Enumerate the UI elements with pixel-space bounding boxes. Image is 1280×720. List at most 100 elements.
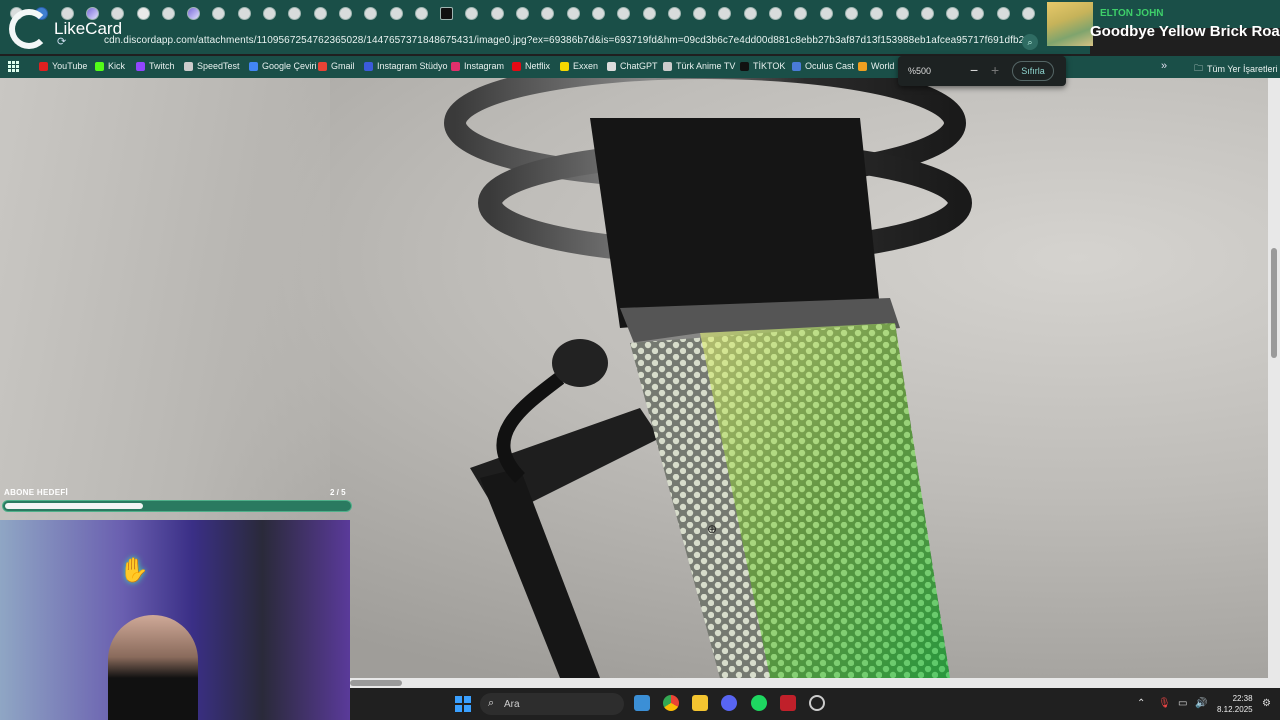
bookmark-label: Twitch xyxy=(149,61,175,71)
vertical-scrollbar[interactable] xyxy=(1268,78,1280,678)
zoom-cursor-icon: ⊕ xyxy=(707,522,718,536)
apps-grid-icon[interactable] xyxy=(8,61,19,72)
bookmark-favicon-icon xyxy=(451,61,460,71)
tab-favicon[interactable] xyxy=(161,7,175,20)
bookmark-item[interactable]: Instagram xyxy=(451,61,504,71)
file-explorer-icon[interactable] xyxy=(692,695,708,711)
tab-favicon[interactable] xyxy=(743,7,757,20)
bookmark-label: World xyxy=(871,61,895,71)
tab-favicon[interactable] xyxy=(946,7,960,20)
bookmark-label: Kick xyxy=(108,61,126,71)
tab-favicon[interactable] xyxy=(566,7,580,20)
tray-expand-icon[interactable]: ⌃ xyxy=(1137,698,1145,709)
zoom-magnifier-icon[interactable]: ⌕ xyxy=(1022,34,1038,50)
streamer xyxy=(108,615,198,720)
bookmark-label: Netflix xyxy=(525,61,551,71)
clock-date: 8.12.2025 xyxy=(1217,705,1253,714)
bookmark-favicon-icon xyxy=(740,61,749,71)
bookmark-item[interactable]: ChatGPT xyxy=(607,61,658,71)
bookmark-item[interactable]: SpeedTest xyxy=(184,61,240,71)
tab-favicon[interactable] xyxy=(1022,7,1035,20)
tab-favicon[interactable] xyxy=(389,7,403,20)
tab-favicon[interactable] xyxy=(516,7,529,20)
bookmark-label: YouTube xyxy=(52,61,88,71)
bookmark-label: SpeedTest xyxy=(197,61,240,71)
vertical-scroll-thumb[interactable] xyxy=(1271,248,1277,358)
tab-favicon[interactable] xyxy=(313,7,327,20)
tab-favicon[interactable] xyxy=(693,7,707,20)
zoom-in-button[interactable]: + xyxy=(991,62,999,78)
logo-text: LikeCard xyxy=(54,19,123,38)
chrome-icon[interactable] xyxy=(663,695,679,711)
bookmark-favicon-icon xyxy=(607,61,616,71)
sub-goal-count: 2 / 5 xyxy=(330,488,346,497)
cable-clip xyxy=(552,339,608,387)
bookmark-item[interactable]: Türk Anime TV xyxy=(663,61,735,71)
clock-time: 22:38 xyxy=(1232,694,1253,703)
tab-favicon[interactable] xyxy=(414,7,428,20)
bookmark-label: Türk Anime TV xyxy=(676,61,736,71)
obs-icon[interactable] xyxy=(809,695,825,711)
desktop-app-icon[interactable] xyxy=(634,695,650,711)
taskbar-search[interactable]: ⌕ Ara xyxy=(480,693,624,715)
zoom-popup: %500 − + Sıfırla xyxy=(898,56,1066,86)
tab-favicon[interactable] xyxy=(769,7,782,20)
bookmark-item[interactable]: TİKTOK xyxy=(740,61,785,71)
bookmark-favicon-icon xyxy=(512,61,521,71)
tab-favicon[interactable] xyxy=(136,7,150,20)
bookmark-favicon-icon xyxy=(560,61,569,71)
zoom-out-button[interactable]: − xyxy=(970,62,978,78)
tab-favicon[interactable] xyxy=(996,7,1010,20)
bookmark-item[interactable]: Exxen xyxy=(560,61,598,71)
spotify-icon[interactable] xyxy=(751,695,767,711)
tab-favicon[interactable] xyxy=(844,7,858,20)
windows-start-icon[interactable] xyxy=(455,696,471,712)
discord-icon[interactable] xyxy=(721,695,737,711)
bookmark-item[interactable]: World xyxy=(858,61,894,71)
webcam-feed: ✋ xyxy=(0,520,350,720)
network-icon[interactable]: ▭ xyxy=(1178,698,1187,709)
tab-favicon[interactable] xyxy=(338,7,352,20)
microphone-head xyxy=(590,118,880,328)
bookmark-item[interactable]: Oculus Cast xyxy=(792,61,854,71)
tab-favicon[interactable] xyxy=(440,7,454,20)
bookmark-favicon-icon xyxy=(318,61,327,71)
tab-favicon[interactable] xyxy=(237,7,251,20)
sub-goal-bar xyxy=(2,500,352,512)
tab-favicon[interactable] xyxy=(263,7,276,20)
tab-favicon[interactable] xyxy=(895,7,909,20)
bookmark-favicon-icon xyxy=(792,61,801,71)
notification-icon[interactable]: ⚙ xyxy=(1262,698,1271,709)
all-bookmarks-button[interactable]: 🗀 Tüm Yer İşaretleri xyxy=(1194,61,1278,77)
bookmark-favicon-icon xyxy=(249,61,258,71)
tab-favicon[interactable] xyxy=(187,7,201,20)
volume-icon[interactable]: 🔊 xyxy=(1195,698,1207,709)
tab-favicon[interactable] xyxy=(591,7,605,20)
clock[interactable]: 22:38 8.12.2025 xyxy=(1217,693,1253,715)
bookmark-item[interactable]: Netflix xyxy=(512,61,550,71)
streamer-app-icon[interactable] xyxy=(780,695,796,711)
tab-favicon[interactable] xyxy=(490,7,504,20)
bookmark-item[interactable]: YouTube xyxy=(39,61,87,71)
tab-favicon[interactable] xyxy=(642,7,656,20)
now-playing-artist: ELTON JOHN xyxy=(1100,8,1164,19)
bookmark-item[interactable]: Instagram Stüdyo xyxy=(364,61,448,71)
bookmark-item[interactable]: Twitch xyxy=(136,61,175,71)
tab-favicon[interactable] xyxy=(819,7,833,20)
more-bookmarks-icon[interactable]: » xyxy=(1161,60,1167,72)
neon-cactus-icon: ✋ xyxy=(119,557,149,584)
bookmark-item[interactable]: Kick xyxy=(95,61,125,71)
bookmark-favicon-icon xyxy=(858,61,867,71)
microphone-tray-icon[interactable]: 🎙 xyxy=(1158,698,1171,709)
bookmark-label: Google Çeviri xyxy=(262,61,317,71)
bookmark-item[interactable]: Gmail xyxy=(318,61,355,71)
url-text[interactable]: cdn.discordapp.com/attachments/110956725… xyxy=(104,35,1031,46)
bookmark-favicon-icon xyxy=(39,61,48,71)
bookmark-item[interactable]: Google Çeviri xyxy=(249,61,317,71)
zoom-reset-button[interactable]: Sıfırla xyxy=(1012,61,1054,81)
tab-favicon[interactable] xyxy=(920,7,934,20)
bookmark-label: ChatGPT xyxy=(620,61,658,71)
tab-favicon[interactable] xyxy=(667,7,681,20)
sub-goal-label: ABONE HEDEFİ xyxy=(4,488,69,497)
horizontal-scroll-thumb[interactable] xyxy=(350,680,402,686)
